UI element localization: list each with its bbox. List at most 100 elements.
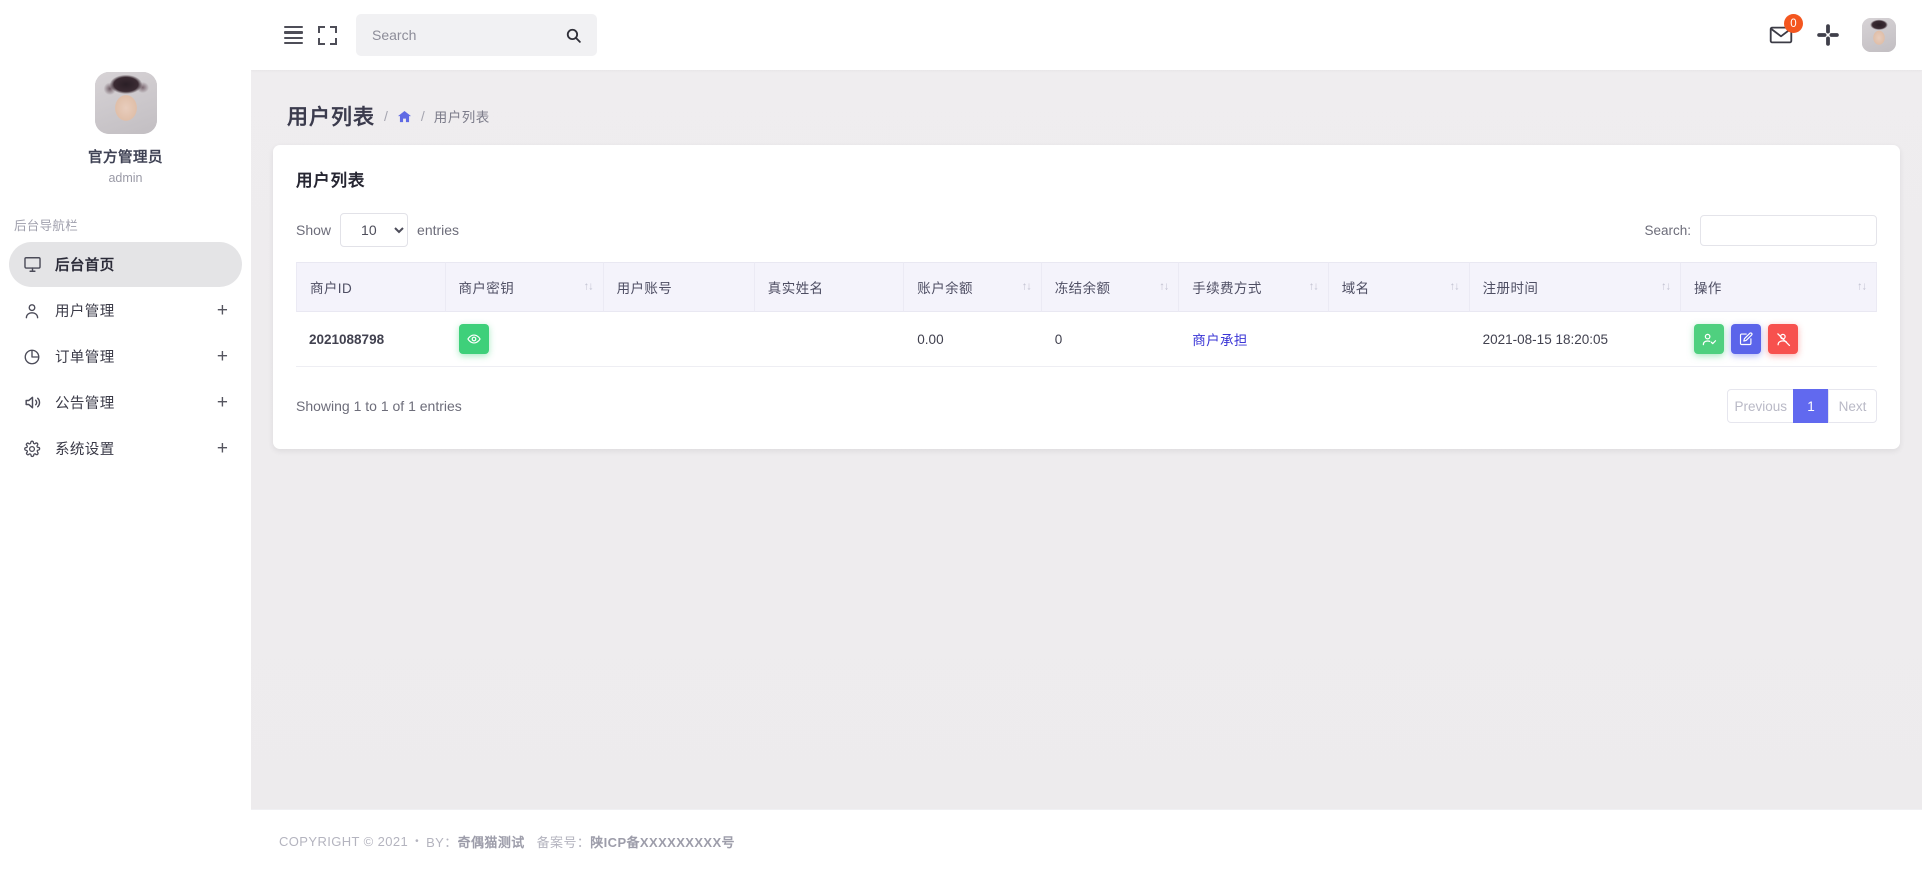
table-head: 商户ID 商户密钥 ↑↓ 用户账号 真实姓名 账户余额 ↑↓ 冻结余额 ↑↓ 手续费方式 ↑↓ 域名 ↑… [296,262,1877,312]
cell-register-time: 2021-08-15 18:20:05 [1469,312,1681,367]
cell-user-account [603,312,755,367]
sort-arrows-icon: ↑↓ [1449,280,1460,293]
search-input[interactable] [370,26,563,44]
topbar-actions: 0 [1768,14,1896,52]
megaphone-icon [21,392,43,414]
footer-copyright: COPYRIGHT © 2021 [279,834,409,849]
column-header-label: 操作 [1694,281,1722,296]
main-content-area: 0 用户列表 / / 用户列表 用户列表 Show [251,0,1922,873]
sidebar-item-label: 用户管理 [55,304,115,320]
user-avatar-image [94,72,157,134]
expand-plus-icon[interactable]: + [217,347,228,366]
column-header-label: 手续费方式 [1192,281,1262,296]
hamburger-icon[interactable] [276,18,310,52]
edit-user-button[interactable] [1731,324,1761,354]
column-header-5[interactable]: 账户余额 ↑↓ [904,262,1042,312]
column-header-1[interactable]: 商户ID [296,262,446,312]
user-icon [21,300,43,322]
user-list-card: 用户列表 Show 102550100 entries Search: 商户ID… [273,145,1900,449]
pagination-previous[interactable]: Previous [1727,389,1794,423]
cell-balance: 0.00 [904,312,1042,367]
table-footer: Showing 1 to 1 of 1 entries Previous 1 N… [296,389,1877,423]
column-header-label: 域名 [1341,281,1370,296]
entries-suffix-label: entries [417,222,460,238]
expand-plus-icon[interactable]: + [217,393,228,412]
column-header-3[interactable]: 用户账号 [603,262,755,312]
expand-plus-icon[interactable]: + [217,301,228,320]
cell-actions [1681,312,1877,367]
sort-arrows-icon: ↑↓ [1021,280,1032,293]
column-header-label: 商户ID [310,281,353,296]
profile-role: admin [108,171,143,185]
ban-user-button[interactable] [1768,324,1798,354]
cell-merchant-key [445,312,604,367]
approve-user-button[interactable] [1694,324,1724,354]
column-header-10[interactable]: 操作 ↑↓ [1681,262,1877,312]
column-header-7[interactable]: 手续费方式 ↑↓ [1179,262,1329,312]
sidebar-profile: 官方管理员 admin [0,0,251,185]
desktop-icon [21,254,43,276]
cell-real-name [754,312,905,367]
column-header-6[interactable]: 冻结余额 ↑↓ [1041,262,1180,312]
table-row: 2021088798 0.00 0 商户承担 2021-08-15 18:20:05 [296,312,1877,367]
page-header: 用户列表 / / 用户列表 [251,70,1922,132]
pagination-next[interactable]: Next [1828,389,1877,423]
sidebar-item-system-settings[interactable]: 系统设置 + [9,426,242,471]
sidebar: 官方管理员 admin 后台导航栏 后台首页 用户管理 + 订单管理 + 公告管… [0,0,251,873]
avatar[interactable] [94,72,157,134]
cell-merchant-id: 2021088798 [296,312,446,367]
expand-plus-icon[interactable]: + [217,439,228,458]
expand-icon[interactable] [310,18,344,52]
sidebar-item-announcement-management[interactable]: 公告管理 + [9,380,242,425]
profile-name: 官方管理员 [88,150,163,166]
pie-chart-icon [21,346,43,368]
table-toolbar: Show 102550100 entries Search: [296,213,1877,247]
cell-frozen-balance: 0 [1041,312,1180,367]
footer-separator-dot: • [415,836,420,847]
cell-fee-mode: 商户承担 [1179,312,1329,367]
home-icon[interactable] [397,109,412,124]
gear-icon [21,438,43,460]
column-header-9[interactable]: 注册时间 ↑↓ [1469,262,1681,312]
pagination-page-1[interactable]: 1 [1793,389,1829,423]
sidebar-item-user-management[interactable]: 用户管理 + [9,288,242,333]
pagination: Previous 1 Next [1727,389,1877,423]
entries-prefix-label: Show [296,222,332,238]
user-avatar-image [1862,18,1896,52]
footer-by-value: 奇偶猫测试 [457,835,525,850]
breadcrumb-current: 用户列表 [433,110,490,125]
sort-arrows-icon: ↑↓ [1159,280,1169,293]
column-header-8[interactable]: 域名 ↑↓ [1328,262,1470,312]
column-header-label: 商户密钥 [458,281,515,296]
column-header-label: 用户账号 [616,281,673,296]
slack-icon[interactable] [1816,23,1840,47]
nav-section-heading: 后台导航栏 [14,219,79,233]
sort-arrows-icon: ↑↓ [1857,280,1867,293]
search-icon[interactable] [563,25,583,45]
sidebar-item-label: 系统设置 [55,442,115,458]
table-search-input[interactable] [1700,214,1877,246]
table-search-label: Search: [1644,222,1691,238]
user-avatar-button[interactable] [1862,18,1896,52]
messages-button[interactable]: 0 [1768,14,1803,48]
sidebar-item-dashboard[interactable]: 后台首页 [9,242,242,287]
entries-length-control: Show 102550100 entries [296,213,459,247]
sidebar-item-label: 后台首页 [55,258,115,274]
column-header-label: 冻结余额 [1054,281,1111,296]
breadcrumb-separator: / [420,108,425,124]
global-search[interactable] [356,14,597,56]
entries-select[interactable]: 102550100 [340,213,409,247]
fee-mode-link[interactable]: 商户承担 [1192,333,1248,348]
breadcrumb-separator: / [384,108,388,124]
footer-record-value: 陕ICP备XXXXXXXXX号 [590,835,735,850]
view-merchant-key-button[interactable] [458,324,489,354]
sort-arrows-icon: ↑↓ [1308,280,1319,293]
table-info: Showing 1 to 1 of 1 entries [296,398,462,414]
sidebar-item-label: 订单管理 [55,350,115,366]
sidebar-item-order-management[interactable]: 订单管理 + [9,334,242,379]
column-header-4[interactable]: 真实姓名 [754,262,905,312]
column-header-2[interactable]: 商户密钥 ↑↓ [445,262,604,312]
cell-domain [1328,312,1470,367]
sort-arrows-icon: ↑↓ [583,280,594,293]
topbar: 0 [251,0,1922,70]
